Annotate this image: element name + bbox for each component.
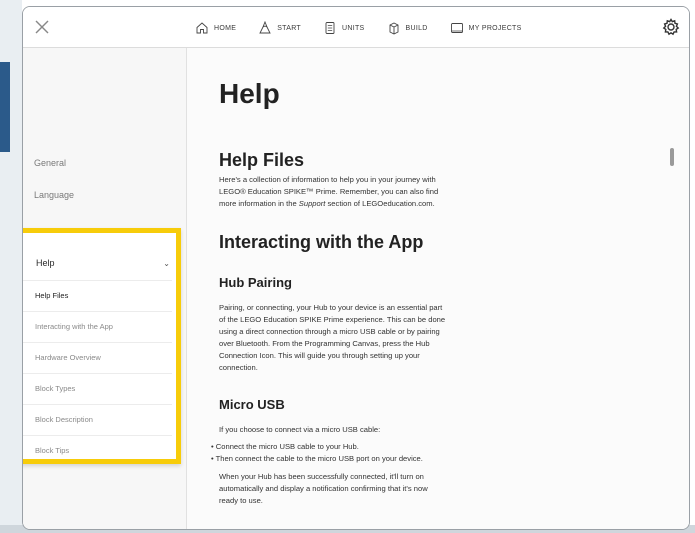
nav-units[interactable]: UNITS	[323, 21, 365, 35]
micro-usb-outro-line: ready to use.	[219, 496, 263, 505]
nav-build-label: BUILD	[405, 24, 428, 32]
help-item-block-tips[interactable]: Block Tips	[23, 435, 172, 466]
gear-icon	[662, 18, 680, 36]
nav-build[interactable]: BUILD	[387, 21, 428, 35]
help-files-text-2: LEGO® Education SPIKE™ Prime. Remember, …	[219, 187, 439, 196]
settings-button[interactable]	[661, 17, 681, 37]
hub-pairing-heading: Hub Pairing	[219, 275, 292, 290]
settings-sidebar: General Language Help ⌄ Help Files Inter…	[23, 48, 187, 529]
nav-start-label: START	[277, 24, 302, 32]
micro-usb-bullet: • Then connect the cable to the micro US…	[211, 454, 423, 463]
units-icon	[325, 22, 335, 34]
help-files-text-3: more information in the Support section …	[219, 198, 509, 210]
help-submenu-highlight: Help ⌄ Help Files Interacting with the A…	[23, 228, 181, 466]
help-item-interacting[interactable]: Interacting with the App	[23, 311, 172, 342]
micro-usb-intro: If you choose to connect via a micro USB…	[219, 425, 381, 434]
start-icon	[259, 21, 271, 34]
micro-usb-bullet: • Connect the micro USB cable to your Hu…	[211, 442, 359, 451]
background-window-accent	[0, 62, 10, 152]
micro-usb-outro-line: automatically and display a notification…	[219, 484, 428, 493]
settings-window: HOME START UNITS BUILD MY PROJECTS Gener…	[22, 6, 690, 530]
help-files-heading: Help Files	[219, 150, 305, 170]
close-icon	[35, 20, 49, 34]
sidebar-item-general[interactable]: General	[34, 158, 66, 168]
scrollbar-thumb[interactable]	[670, 148, 674, 166]
micro-usb-outro-line: When your Hub has been successfully conn…	[219, 472, 424, 481]
nav-home[interactable]: HOME	[195, 21, 236, 35]
micro-usb-bullet-text: Connect the micro USB cable to your Hub.	[215, 442, 359, 451]
support-emphasis: Support	[298, 199, 326, 208]
build-icon	[389, 22, 398, 35]
interacting-heading: Interacting with the App	[219, 232, 424, 252]
hub-pairing-line: Connection Icon. This will guide you thr…	[219, 351, 420, 360]
hub-pairing-line: over Bluetooth. From the Programming Can…	[219, 339, 430, 348]
nav-start[interactable]: START	[258, 21, 301, 35]
chevron-down-icon[interactable]: ⌄	[163, 259, 170, 268]
close-button[interactable]	[31, 16, 53, 38]
hub-pairing-line: Pairing, or connecting, your Hub to your…	[219, 303, 443, 312]
folder-icon	[450, 23, 463, 33]
micro-usb-heading: Micro USB	[219, 397, 285, 412]
sidebar-item-language[interactable]: Language	[34, 190, 74, 200]
micro-usb-bullet-text: Then connect the cable to the micro USB …	[215, 454, 423, 463]
main-nav: HOME START UNITS BUILD MY PROJECTS	[195, 17, 544, 39]
help-item-block-description[interactable]: Block Description	[23, 404, 172, 435]
help-files-text-3a: more information in the	[219, 199, 299, 208]
help-files-text-1: Here's a collection of information to he…	[219, 175, 436, 184]
nav-my-projects[interactable]: MY PROJECTS	[450, 21, 522, 35]
hub-pairing-line: using a direct connection through a micr…	[219, 327, 440, 336]
help-files-text-3b: section of LEGOeducation.com.	[325, 199, 435, 208]
nav-my-projects-label: MY PROJECTS	[468, 24, 522, 32]
page-title: Help	[219, 78, 280, 109]
nav-units-label: UNITS	[342, 24, 365, 32]
help-item-help-files[interactable]: Help Files	[23, 280, 172, 311]
sidebar-item-help[interactable]: Help	[36, 258, 55, 268]
hub-pairing-line: of the LEGO Education SPIKE Prime experi…	[219, 315, 446, 324]
nav-home-label: HOME	[214, 24, 237, 32]
home-icon	[196, 22, 208, 34]
help-content: Help Help Files Here's a collection of i…	[187, 48, 689, 529]
help-item-block-types[interactable]: Block Types	[23, 373, 172, 404]
top-nav-bar: HOME START UNITS BUILD MY PROJECTS	[23, 7, 689, 48]
help-item-hardware-overview[interactable]: Hardware Overview	[23, 342, 172, 373]
hub-pairing-line: connection.	[219, 363, 258, 372]
